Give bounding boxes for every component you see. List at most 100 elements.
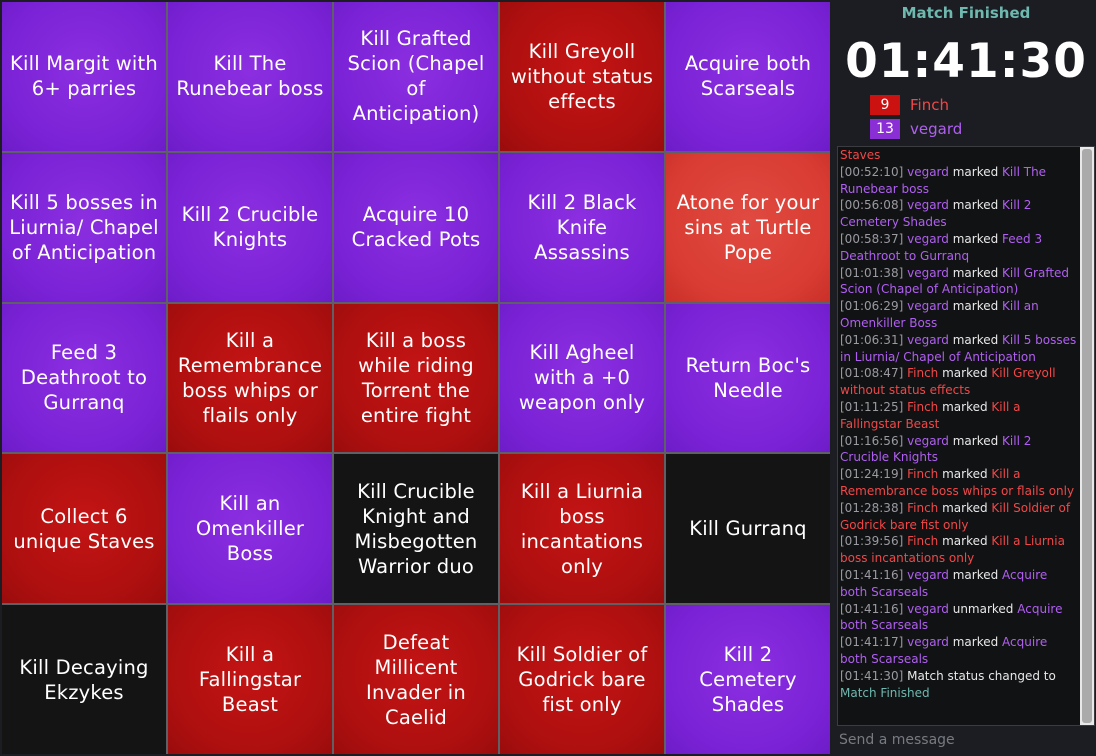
log-player: vegard: [907, 265, 949, 280]
player-vegard: 13 vegard: [870, 119, 962, 139]
log-entry: [01:41:16] vegard marked Acquire both Sc…: [840, 567, 1078, 601]
log-action: marked: [942, 534, 988, 549]
board-cell[interactable]: Return Boc's Needle: [666, 303, 830, 453]
log-player: vegard: [907, 164, 949, 179]
log-entry: [01:39:56] Finch marked Kill a Liurnia b…: [840, 533, 1078, 567]
log-timestamp: [01:39:56]: [840, 534, 904, 549]
log-action: marked: [952, 231, 999, 246]
log-action: marked: [952, 433, 999, 448]
log-entry: [01:41:17] vegard marked Acquire both Sc…: [840, 634, 1078, 668]
log-timestamp: [01:11:25]: [840, 399, 904, 414]
log-entry: [01:06:31] vegard marked Kill 5 bosses i…: [840, 332, 1078, 366]
board-cell[interactable]: Kill 2 Cemetery Shades: [666, 605, 830, 754]
log-action: marked: [942, 366, 988, 381]
player-score: 13: [870, 119, 900, 139]
board-cell[interactable]: Kill a Fallingstar Beast: [168, 605, 332, 754]
board-cell[interactable]: Kill an Omenkiller Boss: [168, 454, 332, 604]
log-scrollbar-thumb[interactable]: [1082, 149, 1092, 723]
player-name: Finch: [910, 96, 949, 114]
log-entry: [00:56:08] vegard marked Kill 2 Cemetery…: [840, 197, 1078, 231]
log-goal: Staves: [840, 148, 881, 162]
log-timestamp: [01:41:16]: [840, 567, 904, 582]
log-player: vegard: [907, 567, 949, 582]
board-cell[interactable]: Acquire 10 Cracked Pots: [334, 152, 498, 302]
log-timestamp: [01:41:17]: [840, 635, 904, 650]
board-cell[interactable]: Acquire both Scarseals: [666, 2, 830, 151]
event-log[interactable]: Staves [00:52:10] vegard marked Kill The …: [837, 146, 1095, 726]
log-player: vegard: [907, 332, 949, 347]
log-action: marked: [942, 500, 988, 515]
log-entry: [01:41:30] Match status changed to Match…: [840, 668, 1078, 702]
log-timestamp: [01:06:31]: [840, 332, 904, 347]
board-cell[interactable]: Kill Grafted Scion (Chapel of Anticipati…: [334, 2, 498, 151]
board-cell[interactable]: Atone for your sins at Turtle Pope: [666, 152, 830, 302]
log-goal: Match Finished: [840, 685, 930, 700]
log-action: marked: [952, 299, 999, 314]
board-cell[interactable]: Kill Crucible Knight and Misbegotten War…: [334, 454, 498, 604]
log-entry: Staves: [840, 147, 1078, 164]
log-player: vegard: [907, 601, 949, 616]
log-entry: [01:08:47] Finch marked Kill Greyoll wit…: [840, 365, 1078, 399]
board-cell[interactable]: Feed 3 Deathroot to Gurranq: [2, 303, 166, 453]
log-action: marked: [952, 265, 999, 280]
log-player: Finch: [907, 467, 939, 482]
log-entry: [01:41:16] vegard unmarked Acquire both …: [840, 601, 1078, 635]
log-timestamp: [01:06:29]: [840, 299, 904, 314]
log-scrollbar[interactable]: [1080, 147, 1094, 725]
log-entry: [01:01:38] vegard marked Kill Grafted Sc…: [840, 265, 1078, 299]
log-player: Finch: [907, 500, 939, 515]
board-cell[interactable]: Kill a Liurnia boss incantations only: [500, 454, 664, 604]
log-action: marked: [942, 467, 988, 482]
log-entry: [01:16:56] vegard marked Kill 2 Crucible…: [840, 433, 1078, 467]
log-player: vegard: [907, 635, 949, 650]
board-cell[interactable]: Kill The Runebear boss: [168, 2, 332, 151]
log-action: marked: [952, 198, 999, 213]
board-cell[interactable]: Kill Agheel with a +0 weapon only: [500, 303, 664, 453]
board-cell[interactable]: Kill 2 Crucible Knights: [168, 152, 332, 302]
board-cell[interactable]: Kill Greyoll without status effects: [500, 2, 664, 151]
log-timestamp: [01:08:47]: [840, 366, 904, 381]
board-cell[interactable]: Kill Soldier of Godrick bare fist only: [500, 605, 664, 754]
board-cell[interactable]: Kill 2 Black Knife Assassins: [500, 152, 664, 302]
log-entry: [01:24:19] Finch marked Kill a Remembran…: [840, 466, 1078, 500]
log-timestamp: [00:52:10]: [840, 164, 904, 179]
log-entry: [00:52:10] vegard marked Kill The Runebe…: [840, 164, 1078, 198]
log-action: unmarked: [952, 601, 1014, 616]
chat-input[interactable]: [837, 727, 1093, 752]
board-cell[interactable]: Kill Margit with 6+ parries: [2, 2, 166, 151]
player-finch: 9 Finch: [870, 95, 949, 115]
log-timestamp: [01:16:56]: [840, 433, 904, 448]
log-action: Match status changed to: [907, 668, 1056, 683]
log-player: Finch: [907, 399, 939, 414]
board-cell[interactable]: Defeat Millicent Invader in Caelid: [334, 605, 498, 754]
board-cell[interactable]: Kill a boss while riding Torrent the ent…: [334, 303, 498, 453]
log-player: vegard: [907, 433, 949, 448]
log-action: marked: [952, 635, 999, 650]
event-log-content: Staves [00:52:10] vegard marked Kill The …: [840, 147, 1078, 701]
board-cell[interactable]: Kill Gurranq: [666, 454, 830, 604]
log-timestamp: [01:28:38]: [840, 500, 904, 515]
log-player: vegard: [907, 231, 949, 246]
log-timestamp: [00:58:37]: [840, 231, 904, 246]
log-action: marked: [952, 567, 999, 582]
bingo-board: Kill Margit with 6+ parries Kill The Rune…: [2, 2, 830, 754]
log-timestamp: [01:41:30]: [840, 668, 904, 683]
log-timestamp: [01:24:19]: [840, 467, 904, 482]
log-entry: [01:11:25] Finch marked Kill a Fallingst…: [840, 399, 1078, 433]
board-cell[interactable]: Kill 5 bosses in Liurnia/ Chapel of Anti…: [2, 152, 166, 302]
log-timestamp: [00:56:08]: [840, 198, 904, 213]
log-entry: [01:06:29] vegard marked Kill an Omenkil…: [840, 298, 1078, 332]
log-player: vegard: [907, 299, 949, 314]
match-timer: 01:41:30: [845, 34, 1087, 89]
board-cell[interactable]: Collect 6 unique Staves: [2, 454, 166, 604]
sidebar: Match Finished 01:41:30 9 Finch 13 vegar…: [836, 0, 1096, 756]
log-player: vegard: [907, 198, 949, 213]
log-action: marked: [942, 399, 988, 414]
board-cell[interactable]: Kill a Remembrance boss whips or flails …: [168, 303, 332, 453]
log-action: marked: [952, 332, 999, 347]
log-player: Finch: [907, 366, 939, 381]
log-player: Finch: [907, 534, 939, 549]
board-cell[interactable]: Kill Decaying Ekzykes: [2, 605, 166, 754]
log-timestamp: [01:01:38]: [840, 265, 904, 280]
log-action: marked: [952, 164, 999, 179]
